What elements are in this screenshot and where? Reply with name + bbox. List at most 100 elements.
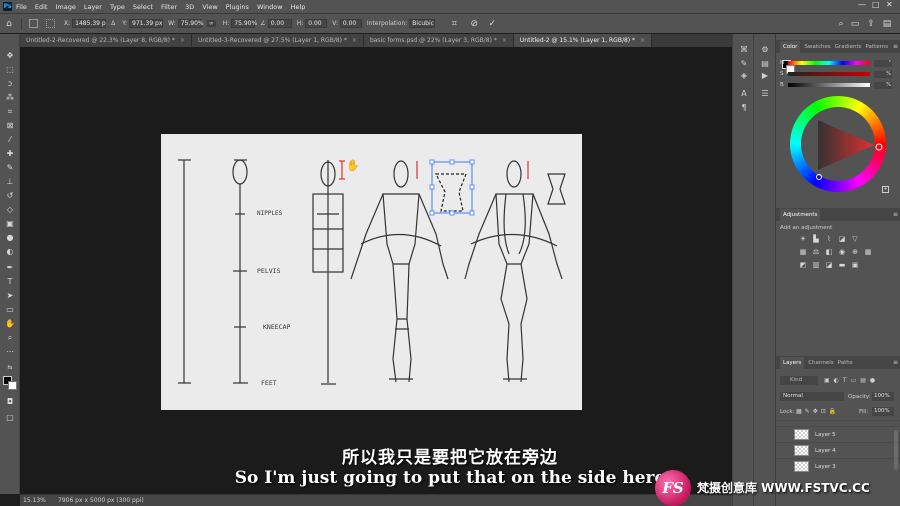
hand-tool-icon[interactable]: ✋	[4, 318, 16, 330]
relative-position-icon[interactable]: Δ	[111, 20, 115, 27]
history-brush-tool-icon[interactable]: ↺	[4, 190, 16, 202]
magic-wand-tool-icon[interactable]: ⁂	[4, 92, 16, 104]
warp-icon[interactable]: ⌗	[449, 19, 459, 29]
move-tool-icon[interactable]: ✥	[4, 50, 16, 62]
brush-tool-icon[interactable]: ✎	[4, 162, 16, 174]
close-tab-icon[interactable]: ×	[180, 34, 185, 47]
tab-untitled-3-recovered[interactable]: Untitled-3-Recovered @ 27.5% (Layer 1, R…	[191, 34, 364, 47]
tab-patterns[interactable]: Patterns	[865, 44, 888, 50]
menu-edit[interactable]: Edit	[35, 3, 48, 11]
path-selection-tool-icon[interactable]: ➤	[4, 290, 16, 302]
color-lookup-icon[interactable]: ▦	[863, 247, 873, 257]
saturation-slider[interactable]	[788, 72, 870, 76]
levels-icon[interactable]: ▙	[811, 234, 821, 244]
lock-icons[interactable]: ▦✎✥⊡🔒	[796, 408, 839, 415]
healing-brush-tool-icon[interactable]: ✚	[4, 148, 16, 160]
rotate-field[interactable]: 0.00	[267, 19, 292, 28]
opacity-field[interactable]: 100%	[872, 392, 894, 401]
more-tools-icon[interactable]: ⋯	[4, 346, 16, 358]
clone-source-icon[interactable]: ◈	[738, 70, 750, 82]
blend-mode-select[interactable]: Normal	[780, 392, 844, 401]
menu-window[interactable]: Window	[257, 3, 283, 11]
minimize-button[interactable]: —	[858, 0, 866, 9]
photo-filter-icon[interactable]: ◉	[837, 247, 847, 257]
menu-image[interactable]: Image	[55, 3, 75, 11]
character-panel-icon[interactable]: A	[738, 88, 750, 100]
close-tab-icon[interactable]: ×	[502, 34, 507, 47]
tab-swatches[interactable]: Swatches	[804, 44, 830, 50]
eraser-tool-icon[interactable]: ◇	[4, 204, 16, 216]
libraries-panel-icon[interactable]: ▤	[759, 58, 771, 70]
menu-view[interactable]: View	[202, 3, 217, 11]
brightness-contrast-icon[interactable]: ☀	[798, 234, 808, 244]
type-tool-icon[interactable]: T	[4, 276, 16, 288]
gradient-tool-icon[interactable]: ▣	[4, 218, 16, 230]
threshold-icon[interactable]: ◪	[824, 260, 834, 270]
interpolation-select[interactable]: Bicubic	[409, 19, 436, 28]
menu-file[interactable]: File	[16, 3, 27, 11]
hue-unit[interactable]: °	[874, 59, 892, 67]
tab-channels[interactable]: Channels	[808, 360, 833, 366]
adjustments-title[interactable]: Adjustments	[780, 208, 821, 221]
panel-menu-icon[interactable]: ≡	[893, 211, 898, 218]
height-field[interactable]: 75.90%	[231, 19, 257, 28]
search-icon[interactable]: ⌕	[836, 19, 846, 29]
h-skew-field[interactable]: 0.00	[305, 19, 328, 28]
layer-row[interactable]: Layer 5	[776, 426, 900, 442]
menu-help[interactable]: Help	[291, 3, 306, 11]
close-window-button[interactable]: ✕	[886, 0, 893, 9]
panels-icon[interactable]: ▤	[882, 19, 892, 29]
properties-panel-icon[interactable]: ⚙	[759, 44, 771, 56]
black-white-icon[interactable]: ◧	[824, 247, 834, 257]
zoom-tool-icon[interactable]: ⌕	[4, 332, 16, 344]
brightness-slider[interactable]	[788, 83, 870, 87]
x-field[interactable]: 1485.39 p	[72, 19, 107, 28]
menu-layer[interactable]: Layer	[84, 3, 102, 11]
zoom-level[interactable]: 15.13%	[23, 495, 46, 506]
dodge-tool-icon[interactable]: ◐	[4, 246, 16, 258]
maximize-button[interactable]: □	[872, 0, 880, 9]
crop-tool-icon[interactable]: ⌗	[4, 106, 16, 118]
quick-mask-icon[interactable]: ◘	[4, 396, 16, 408]
cancel-transform-icon[interactable]: ⊘	[469, 19, 479, 29]
reference-point-icon[interactable]	[29, 19, 38, 28]
menu-select[interactable]: Select	[133, 3, 153, 11]
panel-menu-icon[interactable]: ≡	[893, 43, 898, 50]
tab-basic-forms[interactable]: basic forms.psd @ 22% (Layer 3, RGB/8) *…	[363, 34, 514, 47]
reference-point-toggle-icon[interactable]	[46, 19, 55, 28]
invert-icon[interactable]: ◩	[798, 260, 808, 270]
curves-icon[interactable]: ⌇	[824, 234, 834, 244]
fill-field[interactable]: 100%	[872, 407, 894, 416]
brush-settings-icon[interactable]: ✎	[738, 58, 750, 70]
rectangle-tool-icon[interactable]: ▭	[4, 304, 16, 316]
hue-slider[interactable]	[788, 61, 870, 65]
clone-stamp-tool-icon[interactable]: ⊥	[4, 176, 16, 188]
commit-transform-icon[interactable]: ✓	[487, 19, 497, 29]
posterize-icon[interactable]: ▥	[811, 260, 821, 270]
marquee-tool-icon[interactable]: ⬚	[4, 64, 16, 76]
vibrance-icon[interactable]: ▽	[850, 234, 860, 244]
pen-tool-icon[interactable]: ✒	[4, 262, 16, 274]
panel-menu-icon[interactable]: ≡	[893, 359, 898, 366]
actions-panel-icon[interactable]: ▶	[759, 70, 771, 82]
gradient-map-icon[interactable]: ▬	[837, 260, 847, 270]
eyedropper-tool-icon[interactable]: ⁄	[4, 134, 16, 146]
tab-layers[interactable]: Layers	[780, 356, 805, 369]
y-field[interactable]: 971.39 px	[129, 19, 164, 28]
history-panel-icon[interactable]: ⌘	[738, 44, 750, 56]
tab-gradients[interactable]: Gradients	[835, 44, 862, 50]
menu-filter[interactable]: Filter	[161, 3, 177, 11]
frame-tool-icon[interactable]: ⊠	[4, 120, 16, 132]
close-tab-icon[interactable]: ×	[640, 34, 645, 47]
lasso-tool-icon[interactable]: ↄ	[4, 78, 16, 90]
hue-saturation-icon[interactable]: ▦	[798, 247, 808, 257]
saturation-unit[interactable]: %	[874, 70, 892, 78]
swap-colors-icon[interactable]: ⇆	[4, 362, 16, 374]
width-field[interactable]: 75.90%	[177, 19, 204, 28]
tab-paths[interactable]: Paths	[838, 360, 853, 366]
background-color-swatch[interactable]	[8, 381, 17, 390]
menu-type[interactable]: Type	[110, 3, 125, 11]
close-tab-icon[interactable]: ×	[352, 34, 357, 47]
document-canvas[interactable]: NIPPLES PELVIS KNEECAP FEET ✋	[161, 134, 582, 410]
workspace-icon[interactable]: ▭	[850, 19, 860, 29]
